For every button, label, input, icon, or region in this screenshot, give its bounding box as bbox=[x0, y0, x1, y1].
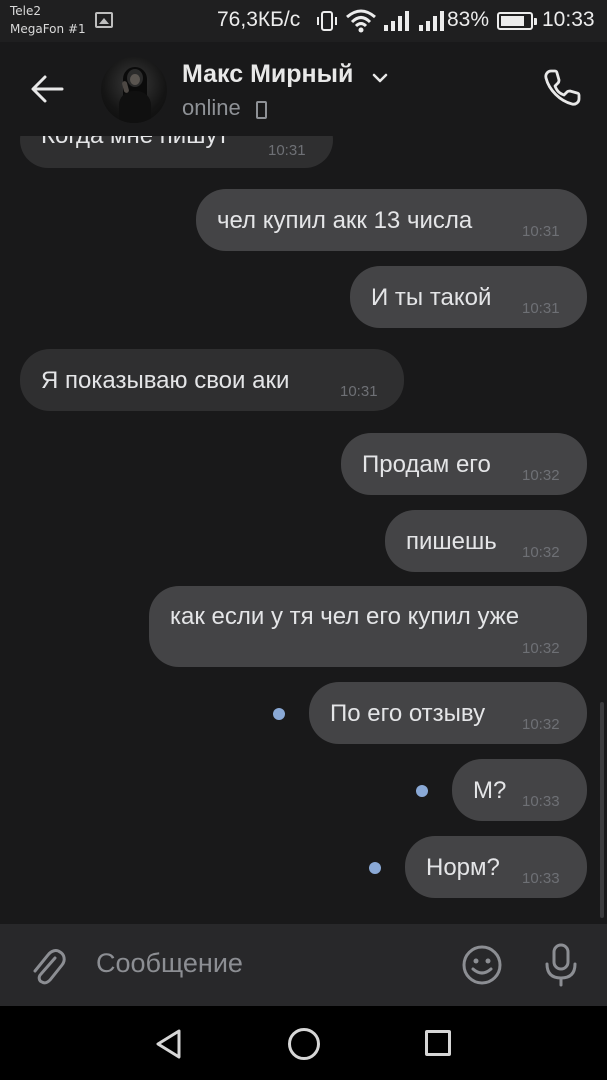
message-text: По его отзыву bbox=[330, 700, 486, 727]
message-time: 10:32 bbox=[522, 640, 560, 657]
arrow-left-icon bbox=[31, 75, 64, 103]
message-bubble[interactable]: чел купил акк 13 числа 10:31 bbox=[196, 189, 587, 251]
message-time: 10:33 bbox=[522, 793, 560, 810]
message-text: Когда мне пишут bbox=[41, 136, 228, 150]
message-time: 10:31 bbox=[340, 383, 378, 400]
message-bubble[interactable]: М? 10:33 bbox=[452, 759, 587, 821]
message-bubble[interactable]: пишешь 10:32 bbox=[385, 510, 587, 572]
message-bubble[interactable]: По его отзыву 10:32 bbox=[309, 682, 587, 744]
message-text: Я показываю свои аки bbox=[41, 367, 290, 394]
emoji-button[interactable] bbox=[461, 944, 503, 986]
carrier-name-2: MegaFon #1 bbox=[10, 22, 86, 36]
message-time: 10:32 bbox=[522, 544, 560, 561]
mobile-device-icon bbox=[256, 101, 267, 119]
message-text: Продам его bbox=[362, 451, 491, 478]
message-text: М? bbox=[473, 777, 507, 804]
voice-message-button[interactable] bbox=[543, 942, 579, 988]
contact-name[interactable]: Макс Мирный bbox=[182, 60, 353, 89]
message-composer: Сообщение bbox=[0, 924, 607, 1006]
message-text: как если у тя чел его купил уже bbox=[170, 603, 520, 630]
message-bubble[interactable]: как если у тя чел его купил уже 10:32 bbox=[149, 586, 587, 667]
message-time: 10:31 bbox=[522, 300, 560, 317]
battery-percent: 83% bbox=[447, 8, 490, 31]
message-bubble[interactable]: Я показываю свои аки 10:31 bbox=[20, 349, 404, 411]
message-input[interactable]: Сообщение bbox=[96, 948, 243, 979]
chat-header: Макс Мирный online bbox=[0, 42, 607, 136]
message-text: И ты такой bbox=[371, 284, 492, 311]
vibrate-icon bbox=[317, 11, 337, 31]
message-time: 10:31 bbox=[268, 142, 306, 159]
gallery-notification-icon bbox=[95, 12, 113, 28]
message-text: пишешь bbox=[406, 528, 497, 555]
battery-icon bbox=[497, 12, 537, 30]
message-text: чел купил акк 13 числа bbox=[217, 207, 473, 234]
call-button[interactable] bbox=[540, 66, 584, 110]
message-list[interactable]: Когда мне пишут 10:31 чел купил акк 13 ч… bbox=[0, 136, 607, 924]
message-time: 10:31 bbox=[522, 223, 560, 240]
status-bar: Tele2 MegaFon #1 76,3КБ/с 83% 10:33 bbox=[0, 0, 607, 42]
message-text: Норм? bbox=[426, 854, 500, 881]
back-button[interactable] bbox=[24, 66, 70, 112]
nav-home-button[interactable] bbox=[288, 1028, 320, 1060]
chevron-down-icon[interactable] bbox=[372, 72, 388, 84]
message-bubble[interactable]: Норм? 10:33 bbox=[405, 836, 587, 898]
unread-indicator bbox=[416, 785, 428, 797]
microphone-icon bbox=[545, 943, 577, 987]
message-time: 10:32 bbox=[522, 467, 560, 484]
attach-button[interactable] bbox=[28, 944, 68, 988]
scrollbar[interactable] bbox=[600, 702, 604, 918]
message-bubble[interactable]: Когда мне пишут 10:31 bbox=[20, 136, 333, 168]
message-bubble[interactable]: И ты такой 10:31 bbox=[350, 266, 587, 328]
nav-back-button[interactable] bbox=[154, 1028, 184, 1060]
clock: 10:33 bbox=[542, 8, 595, 31]
unread-indicator bbox=[273, 708, 285, 720]
message-time: 10:32 bbox=[522, 716, 560, 733]
paperclip-icon bbox=[33, 949, 66, 985]
carrier-name-1: Tele2 bbox=[10, 4, 42, 18]
unread-indicator bbox=[369, 862, 381, 874]
wifi-icon bbox=[346, 9, 376, 33]
phone-icon bbox=[544, 69, 581, 106]
message-time: 10:33 bbox=[522, 870, 560, 887]
avatar[interactable] bbox=[101, 57, 167, 123]
network-speed: 76,3КБ/с bbox=[217, 8, 301, 31]
signal-icon-2 bbox=[419, 11, 444, 31]
smiley-icon bbox=[462, 945, 502, 985]
signal-icon bbox=[384, 11, 409, 31]
message-bubble[interactable]: Продам его 10:32 bbox=[341, 433, 587, 495]
system-nav-bar bbox=[0, 1006, 607, 1080]
contact-status: online bbox=[182, 95, 241, 120]
nav-recents-button[interactable] bbox=[425, 1030, 451, 1056]
